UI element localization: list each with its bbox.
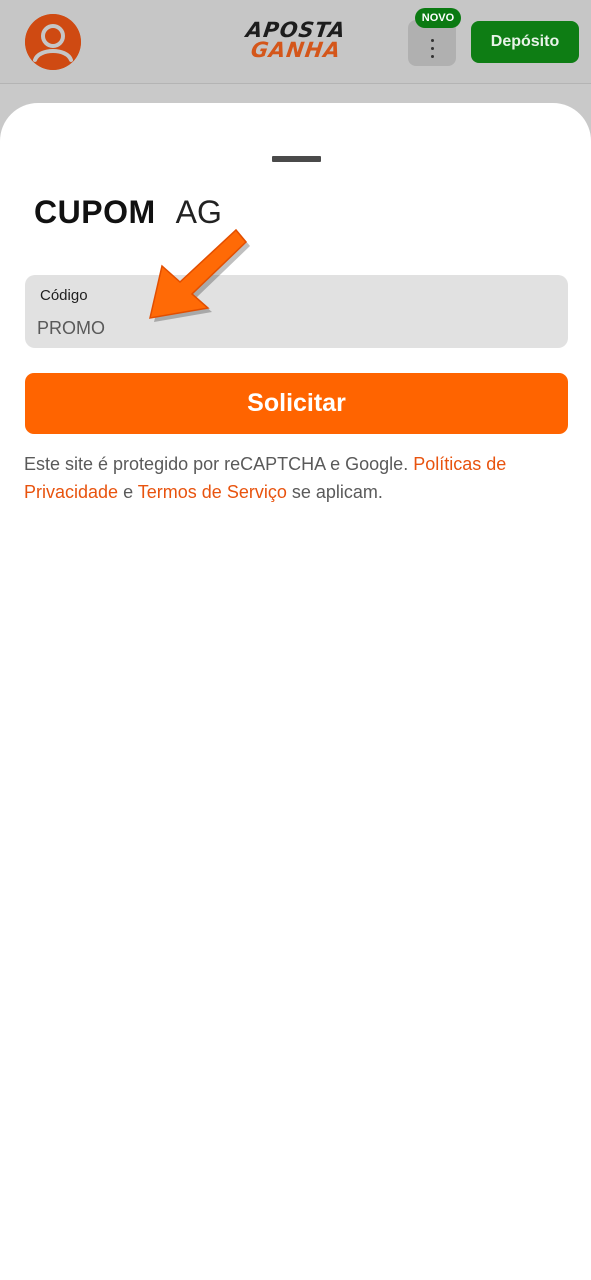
brand-logo[interactable]: APOSTA GANHA	[236, 18, 356, 66]
legal-text-after: se aplicam.	[291, 482, 383, 502]
page: APOSTA GANHA NOVO Depósito CUPOM AG Códi…	[0, 0, 591, 1280]
deposit-button[interactable]: Depósito	[471, 21, 579, 63]
legal-conjunction: e	[123, 482, 134, 502]
recaptcha-notice: Este site é protegido por reCAPTCHA e Go…	[24, 450, 569, 506]
solicitar-button[interactable]: Solicitar	[25, 373, 568, 434]
terms-of-service-link[interactable]: Termos de Serviço	[138, 482, 287, 502]
top-navigation-bar: APOSTA GANHA NOVO Depósito	[0, 0, 591, 84]
sheet-title: CUPOM AG	[34, 194, 222, 234]
kebab-menu-icon	[430, 29, 434, 58]
logo-line-2: GANHA	[249, 38, 343, 62]
logo-line-1: APOSTA	[244, 18, 348, 42]
sheet-drag-handle[interactable]	[272, 156, 321, 162]
legal-text-before: Este site é protegido por reCAPTCHA e Go…	[24, 454, 409, 474]
code-field-label: Código	[40, 287, 88, 304]
code-field[interactable]: Código	[25, 275, 568, 348]
title-ag: AG	[175, 194, 222, 230]
user-avatar-icon[interactable]	[25, 14, 81, 70]
title-cupom: CUPOM	[34, 194, 156, 230]
new-badge: NOVO	[415, 8, 461, 28]
code-input[interactable]	[37, 315, 537, 341]
